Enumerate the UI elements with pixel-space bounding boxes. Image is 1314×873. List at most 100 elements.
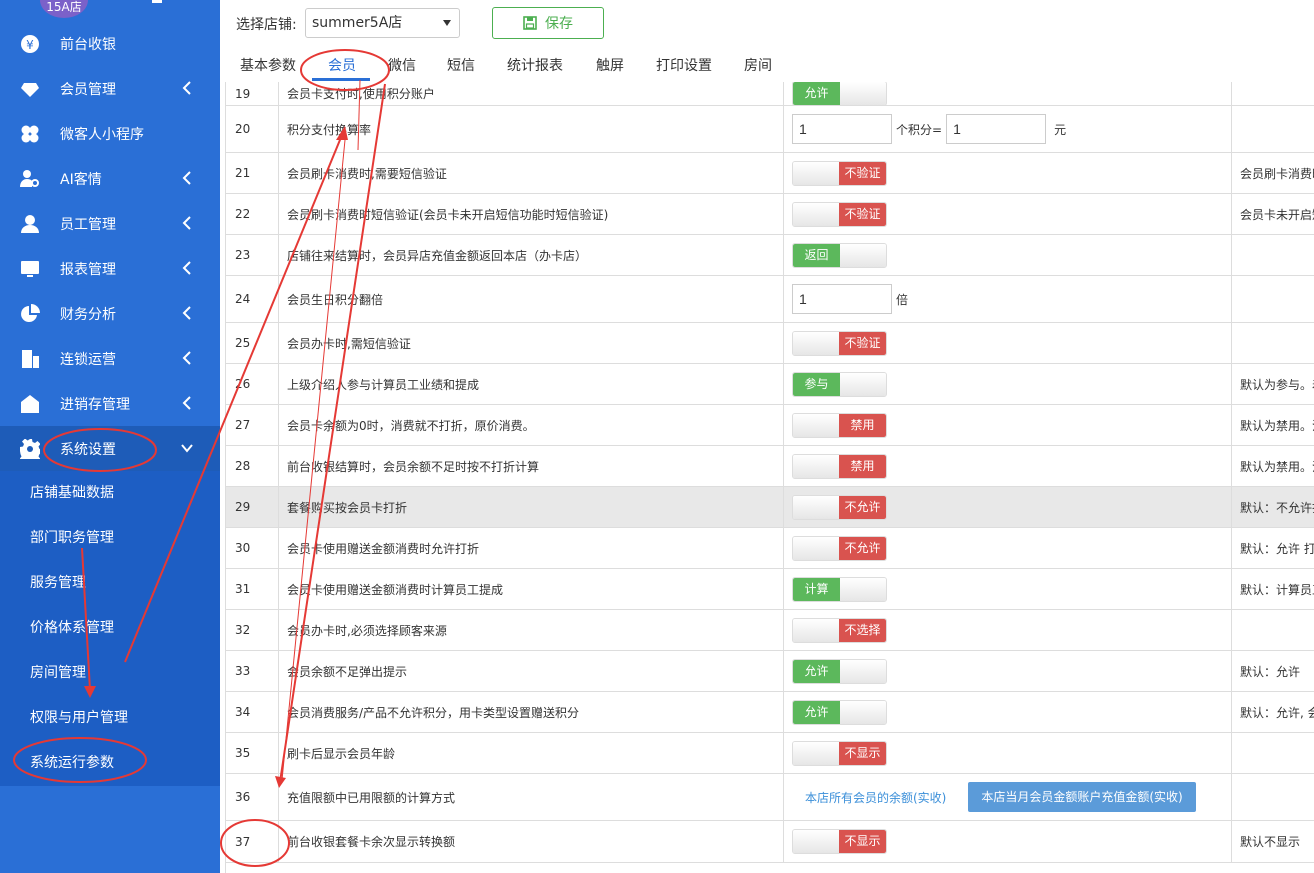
row-control-cell: 个积分= 元 (783, 106, 1231, 152)
row-note (1231, 610, 1314, 650)
sidebar-item-finance[interactable]: 财务分析 (0, 291, 220, 336)
toggle-switch[interactable]: 不验证 (792, 330, 887, 356)
row-number: 31 (235, 582, 251, 596)
toggle-switch[interactable]: 不允许 (792, 494, 887, 520)
sidebar-item-miniprogram[interactable]: 微客人小程序 (0, 111, 220, 156)
table-row: 33 会员余额不足弹出提示 允许 默认：允许 (226, 651, 1314, 692)
row-number: 32 (235, 623, 251, 637)
row-note (1231, 276, 1314, 322)
submenu-item-departments[interactable]: 部门职务管理 (0, 516, 220, 561)
number-input[interactable] (946, 114, 1047, 144)
toggle-switch[interactable]: 不显示 (792, 829, 887, 854)
chevron-left-icon (180, 394, 194, 412)
toggle-switch[interactable]: 禁用 (792, 412, 887, 438)
row-note: 默认为参与。着 (1231, 364, 1314, 404)
row-setting-name: 套餐购买按会员卡打折 (278, 487, 783, 527)
row-control-cell: 不选择 (783, 610, 1231, 650)
row-control-cell: 不显示 (783, 733, 1231, 773)
toggle-label: 不显示 (839, 830, 886, 853)
toggle-track (838, 577, 886, 601)
toggle-track (838, 659, 886, 683)
row-control-cell: 本店所有会员的余额(实收) 本店当月会员金额账户充值金额(实收) (783, 774, 1231, 820)
submenu-item-rooms[interactable]: 房间管理 (0, 651, 220, 696)
toggle-switch[interactable]: 参与 (792, 371, 887, 397)
tab-touch[interactable]: 触屏 (596, 55, 624, 75)
tab-print[interactable]: 打印设置 (656, 55, 712, 75)
toggle-switch[interactable]: 允许 (792, 82, 887, 106)
table-row: 24 会员生日积分翻倍 倍 (226, 276, 1314, 323)
avatar-text: 15A店 (46, 0, 82, 14)
tab-basic[interactable]: 基本参数 (240, 55, 296, 75)
row-control-cell: 计算 (783, 569, 1231, 609)
toggle-switch[interactable]: 允许 (792, 658, 887, 684)
toggle-label: 不选择 (839, 618, 886, 642)
tab-sms[interactable]: 短信 (447, 55, 475, 75)
table-row: 26 上级介绍人参与计算员工业绩和提成参与 默认为参与。着 (226, 364, 1314, 405)
user-menu-caret-icon[interactable] (152, 0, 162, 3)
row-setting-name: 会员卡支付时,使用积分账户 (278, 82, 783, 105)
row-control-cell: 允许 (783, 651, 1231, 691)
toggle-switch[interactable]: 允许 (792, 699, 887, 725)
sidebar-item-staff[interactable]: 员工管理 (0, 201, 220, 246)
top-toolbar: 选择店铺: summer5A店 保存 基本参数 会员 微信 短信 统计报表 触屏… (225, 0, 1314, 82)
sidebar-item-inventory[interactable]: 进销存管理 (0, 381, 220, 426)
submenu-item-pricing[interactable]: 价格体系管理 (0, 606, 220, 651)
option-link[interactable]: 本店所有会员的余额(实收) (805, 789, 946, 806)
toggle-switch[interactable]: 不选择 (792, 617, 887, 643)
toggle-label: 禁用 (839, 454, 886, 478)
table-row: 37 前台收银套餐卡余次显示转换额 不显示 默认不显示 (226, 821, 1314, 863)
shop-select-value: summer5A店 (312, 15, 403, 31)
toggle-switch[interactable]: 不验证 (792, 201, 887, 227)
chevron-left-icon (180, 169, 194, 187)
toggle-label: 不允许 (839, 536, 886, 560)
avatar[interactable]: 15A店 (40, 0, 88, 18)
building-icon (19, 348, 41, 370)
toggle-switch[interactable]: 不验证 (792, 160, 887, 186)
tab-stats[interactable]: 统计报表 (507, 55, 563, 75)
submenu-item-permissions[interactable]: 权限与用户管理 (0, 696, 220, 741)
toggle-switch[interactable]: 返回 (792, 242, 887, 268)
unit-label: 个积分= (896, 122, 943, 137)
row-control-cell: 不允许 (783, 528, 1231, 568)
sidebar-item-ai[interactable]: AI客情 (0, 156, 220, 201)
shop-select-label: 选择店铺: (236, 17, 297, 33)
submenu-item-shop-data[interactable]: 店铺基础数据 (0, 471, 220, 516)
table-row: 30 会员卡使用赠送金额消费时允许打折 不允许 默认：允许 打 (226, 528, 1314, 569)
sidebar-item-reports[interactable]: 报表管理 (0, 246, 220, 291)
number-input[interactable] (792, 284, 892, 314)
settings-submenu: 店铺基础数据 部门职务管理 服务管理 价格体系管理 房间管理 权限与用户管理 系… (0, 471, 220, 786)
table-row: 22 会员刷卡消费时短信验证(会员卡未开启短信功能时短信验证) 不验证 会员卡未开启短 (226, 194, 1314, 235)
unit-label: 倍 (896, 292, 909, 307)
save-button[interactable]: 保存 (492, 7, 604, 39)
sidebar-item-label: 系统设置 (60, 441, 116, 458)
sidebar-item-cashier[interactable]: ¥ 前台收银 (0, 21, 220, 66)
toggle-switch[interactable]: 不显示 (792, 740, 887, 766)
shop-select[interactable]: summer5A店 (305, 8, 460, 38)
sidebar-item-settings[interactable]: 系统设置 (0, 426, 220, 471)
sidebar-item-member[interactable]: 会员管理 (0, 66, 220, 111)
number-input[interactable] (792, 114, 892, 144)
tab-member[interactable]: 会员 (328, 55, 356, 75)
submenu-item-system-params[interactable]: 系统运行参数 (0, 741, 220, 786)
sidebar-item-chain[interactable]: 连锁运营 (0, 336, 220, 381)
diamond-icon (19, 78, 41, 100)
tab-wechat[interactable]: 微信 (388, 55, 416, 75)
row-setting-name: 店铺往来结算时，会员异店充值金额返回本店（办卡店） (278, 235, 783, 275)
row-note (1231, 82, 1314, 105)
tab-room[interactable]: 房间 (744, 55, 772, 75)
toggle-track (793, 830, 841, 853)
toggle-track (793, 202, 841, 226)
toggle-switch[interactable]: 计算 (792, 576, 887, 602)
sidebar-item-label: 财务分析 (60, 306, 116, 323)
toggle-switch[interactable]: 禁用 (792, 453, 887, 479)
yen-coin-icon: ¥ (19, 33, 41, 55)
pie-chart-icon (19, 303, 41, 325)
submenu-item-services[interactable]: 服务管理 (0, 561, 220, 606)
toggle-label: 禁用 (839, 413, 886, 437)
row-setting-name: 充值限额中已用限额的计算方式 (278, 774, 783, 820)
toggle-switch[interactable]: 不允许 (792, 535, 887, 561)
toggle-label: 不验证 (839, 331, 886, 355)
sidebar-item-label: 会员管理 (60, 81, 116, 98)
toggle-label: 允许 (793, 700, 840, 724)
option-button-selected[interactable]: 本店当月会员金额账户充值金额(实收) (968, 782, 1196, 812)
